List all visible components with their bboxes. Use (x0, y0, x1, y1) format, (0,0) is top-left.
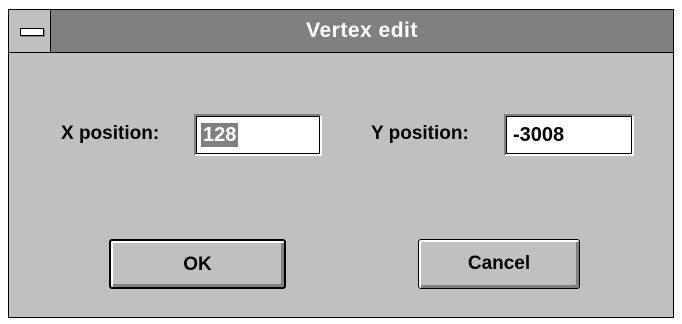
x-position-field[interactable]: 128 (194, 114, 322, 156)
y-position-field[interactable]: -3008 (504, 114, 634, 156)
dialog-title: Vertex edit (306, 19, 418, 42)
title-bar[interactable]: Vertex edit (9, 10, 673, 53)
y-position-label: Y position: (371, 123, 469, 144)
system-menu-dash-icon (20, 28, 44, 36)
x-position-value: 128 (201, 123, 239, 147)
ok-button[interactable]: OK (109, 239, 286, 289)
system-menu-button[interactable] (9, 10, 51, 52)
cancel-button[interactable]: Cancel (418, 239, 580, 289)
vertex-edit-dialog: Vertex edit X position: 128 Y position: … (8, 9, 674, 318)
y-position-value: -3008 (513, 124, 565, 146)
x-position-label: X position: (61, 123, 160, 144)
